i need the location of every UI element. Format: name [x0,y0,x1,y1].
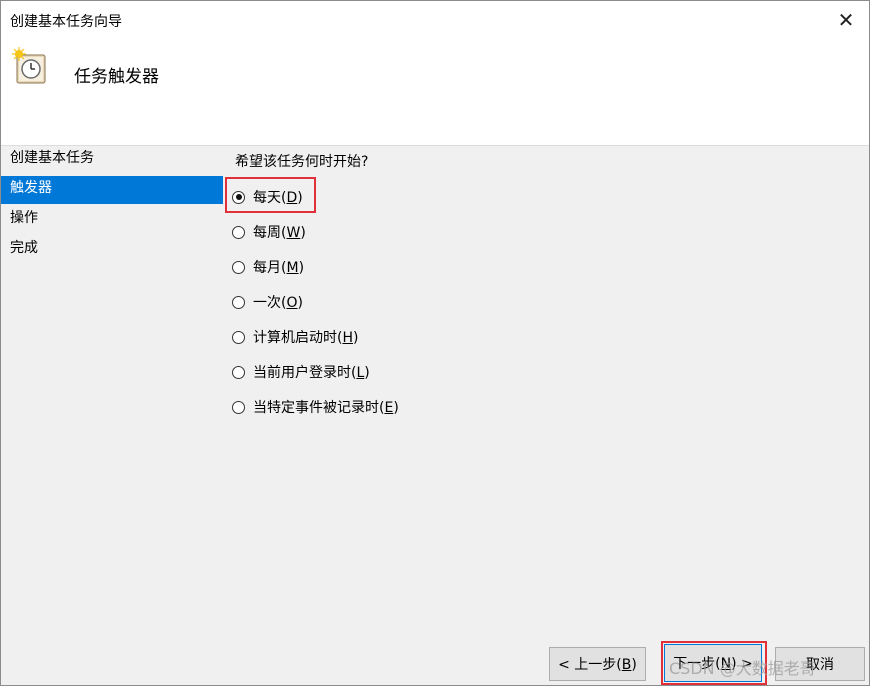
highlight-box-next [661,641,767,685]
title-bar: 创建基本任务向导 ✕ [1,1,869,39]
clock-icon [12,47,46,84]
wizard-header: 任务触发器 [1,39,869,145]
radio-weekly[interactable]: 每周(W) [232,220,306,244]
radio-once[interactable]: 一次(O) [232,290,303,314]
trigger-question: 希望该任务何时开始? [235,154,369,170]
highlight-box [225,177,316,213]
close-button[interactable]: ✕ [823,1,869,39]
cancel-button[interactable]: 取消 [775,647,865,681]
radio-monthly[interactable]: 每月(M) [232,255,304,279]
radio-button[interactable] [232,260,245,274]
radio-button[interactable] [232,330,245,344]
radio-user-logon[interactable]: 当前用户登录时(L) [232,360,370,384]
step-finish: 完成 [10,240,38,256]
radio-button[interactable] [232,225,245,239]
radio-event-logged[interactable]: 当特定事件被记录时(E) [232,395,399,419]
back-button[interactable]: < 上一步(B) [549,647,646,681]
radio-button[interactable] [232,400,245,414]
step-action: 操作 [10,210,38,226]
window-title: 创建基本任务向导 [10,14,122,30]
radio-button[interactable] [232,365,245,379]
wizard-window: 创建基本任务向导 ✕ 任务触发器 创建基本任务 触发器 操作 完成 希望该任务何… [0,0,870,686]
step-create-basic-task: 创建基本任务 [10,150,94,166]
step-trigger: 触发器 [1,176,223,204]
page-title: 任务触发器 [74,67,159,87]
radio-button[interactable] [232,295,245,309]
radio-computer-startup[interactable]: 计算机启动时(H) [232,325,358,349]
